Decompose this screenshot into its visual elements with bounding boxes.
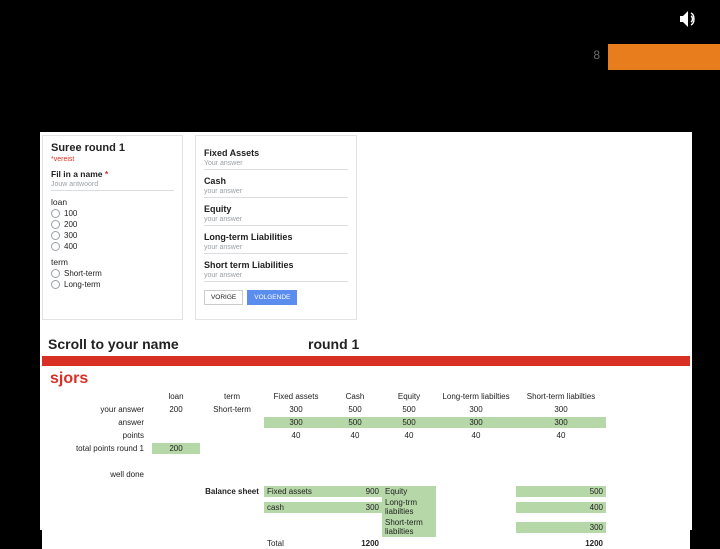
header-row: loan term Fixed assets Cash Equity Long-… [42, 390, 690, 403]
loan-opt-0[interactable]: 100 [51, 209, 174, 218]
ltl-label: Long-term Liabilities [204, 232, 348, 242]
red-bar [42, 356, 690, 366]
hdr-cash: Cash [328, 391, 382, 402]
loan-opt-2[interactable]: 300 [51, 231, 174, 240]
stl-input[interactable]: your answer [204, 272, 348, 282]
forms-row: Suree round 1 *vereist Fil in a name * J… [42, 135, 357, 320]
hdr-eq: Equity [382, 391, 436, 402]
radio-icon [51, 220, 60, 229]
term-opt-0[interactable]: Short-term [51, 269, 174, 278]
hdr-fa: Fixed assets [264, 391, 328, 402]
balance-total: Total 1200 1200 [42, 537, 690, 549]
fa-input[interactable]: Your answer [204, 160, 348, 170]
scroll-label: Scroll to your name [48, 336, 308, 352]
radio-icon [51, 231, 60, 240]
form-card-right: Fixed Assets Your answer Cash your answe… [195, 135, 357, 320]
row-well: well done [42, 468, 690, 481]
fa-label: Fixed Assets [204, 148, 348, 158]
page-number: 8 [593, 48, 600, 62]
term-opt-1[interactable]: Long-term [51, 280, 174, 289]
radio-icon [51, 242, 60, 251]
cash-label: Cash [204, 176, 348, 186]
round-label: round 1 [308, 336, 359, 352]
row-points: points 40 40 40 40 40 [42, 429, 690, 442]
row-answer: answer 300 500 500 300 300 [42, 416, 690, 429]
hdr-stl: Short-term liabilties [516, 391, 606, 402]
page-accent [608, 44, 720, 70]
name-input[interactable]: Jouw antwoord [51, 181, 174, 191]
balance-title: Balance sheet [200, 486, 264, 497]
spreadsheet: Scroll to your name round 1 sjors loan t… [42, 330, 690, 549]
audio-icon [678, 10, 700, 33]
sheet-header: Scroll to your name round 1 [42, 334, 690, 354]
q-loan: loan [51, 197, 174, 207]
eq-input[interactable]: your answer [204, 216, 348, 226]
next-button[interactable]: VOLGENDE [247, 290, 297, 305]
slide-title: The decisions wil be processed in a goog… [42, 44, 562, 123]
radio-icon [51, 209, 60, 218]
required-hint: *vereist [51, 156, 174, 163]
grid: loan term Fixed assets Cash Equity Long-… [42, 390, 690, 549]
radio-icon [51, 269, 60, 278]
hdr-term: term [200, 391, 264, 402]
row-your: your answer 200 Short-term 300 500 500 3… [42, 403, 690, 416]
cash-input[interactable]: your answer [204, 188, 348, 198]
hdr-loan: loan [152, 391, 200, 402]
eq-label: Equity [204, 204, 348, 214]
player-name: sjors [42, 368, 690, 390]
form-title: Suree round 1 [51, 142, 174, 154]
back-button[interactable]: VORIGE [204, 290, 243, 305]
q-term: term [51, 257, 174, 267]
ltl-input[interactable]: your answer [204, 244, 348, 254]
q-name: Fil in a name * [51, 169, 174, 179]
loan-opt-3[interactable]: 400 [51, 242, 174, 251]
radio-icon [51, 280, 60, 289]
balance-sheet: Balance sheet Fixed assets 900 Equity 50… [42, 485, 690, 549]
row-total: total points round 1 200 [42, 442, 690, 455]
hdr-ltl: Long-term liabilties [436, 391, 516, 402]
form-card-left: Suree round 1 *vereist Fil in a name * J… [42, 135, 183, 320]
loan-opt-1[interactable]: 200 [51, 220, 174, 229]
stl-label: Short term Liabilities [204, 260, 348, 270]
